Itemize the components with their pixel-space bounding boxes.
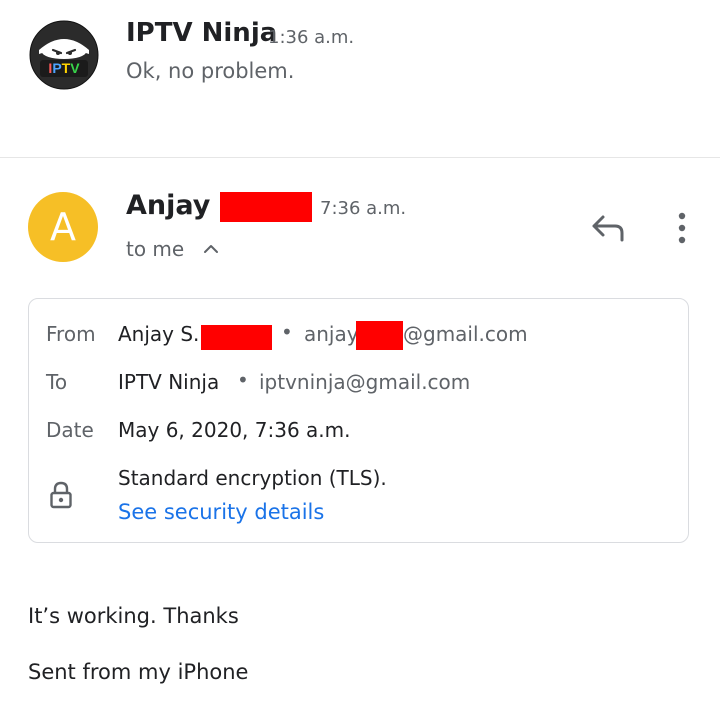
svg-text:IPTV: IPTV xyxy=(48,60,80,76)
to-label: To xyxy=(46,370,68,394)
recipient-summary[interactable]: to me xyxy=(126,237,184,261)
message-body-line: It’s working. Thanks xyxy=(28,604,239,628)
to-email[interactable]: iptvninja@gmail.com xyxy=(259,370,470,394)
separator-dot: • xyxy=(237,368,249,392)
from-email-prefix[interactable]: anjay xyxy=(304,322,359,346)
redaction-box xyxy=(201,325,272,350)
previous-sender-name: IPTV Ninja xyxy=(126,18,278,48)
ninja-logo-icon: IPTV xyxy=(29,20,99,90)
logo-letter-p: P xyxy=(52,60,61,76)
reply-icon[interactable] xyxy=(589,212,627,244)
date-value: May 6, 2020, 7:36 a.m. xyxy=(118,418,351,442)
to-name: IPTV Ninja xyxy=(118,370,220,394)
encryption-text: Standard encryption (TLS). xyxy=(118,466,387,490)
lock-icon xyxy=(48,480,74,510)
iptv-ninja-avatar[interactable]: IPTV xyxy=(29,20,99,90)
message-divider xyxy=(0,157,720,158)
message-time: 7:36 a.m. xyxy=(320,198,407,219)
from-label: From xyxy=(46,322,96,346)
from-name: Anjay S. xyxy=(118,322,200,346)
more-vert-icon[interactable] xyxy=(672,210,692,246)
previous-message-time: 1:36 a.m. xyxy=(268,27,355,48)
separator-dot: • xyxy=(281,320,293,344)
logo-letter-v: V xyxy=(70,60,80,76)
chevron-up-icon[interactable] xyxy=(202,240,220,256)
from-email-suffix[interactable]: @gmail.com xyxy=(403,322,528,346)
redaction-box xyxy=(356,321,403,350)
date-label: Date xyxy=(46,418,94,442)
previous-message-snippet[interactable]: Ok, no problem. xyxy=(126,59,294,83)
security-details-link[interactable]: See security details xyxy=(118,500,324,524)
redaction-box xyxy=(220,192,312,222)
sender-avatar[interactable]: A xyxy=(28,192,98,262)
message-signature: Sent from my iPhone xyxy=(28,660,249,684)
